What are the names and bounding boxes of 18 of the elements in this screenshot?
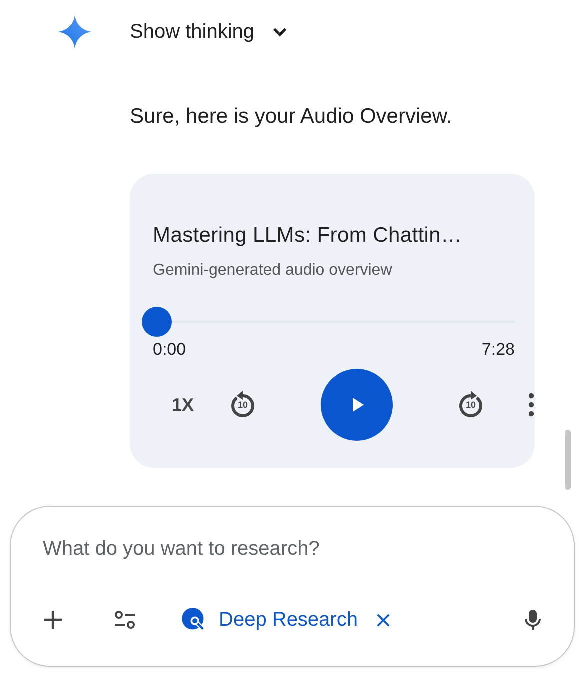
duration-time: 7:28 [482,340,515,360]
progress-thumb[interactable] [142,307,172,337]
sparkle-icon [58,15,92,49]
show-thinking-button[interactable]: Show thinking [130,20,289,44]
more-icon[interactable] [528,393,535,417]
forward-button[interactable]: 10 [455,389,487,421]
plus-icon[interactable] [41,608,65,632]
rewind-button[interactable]: 10 [227,389,259,421]
elapsed-time: 0:00 [153,340,186,360]
globe-search-icon [181,607,207,633]
prompt-field[interactable]: What do you want to research? [41,537,525,562]
close-icon[interactable] [376,612,391,628]
sliders-icon[interactable] [113,608,137,632]
response-text: Sure, here is your Audio Overview. [130,104,454,130]
deep-research-chip[interactable]: Deep Research [181,607,358,633]
audio-title: Mastering LLMs: From Chattin… [153,224,464,248]
speed-button[interactable]: 1X [170,394,196,416]
audio-subtitle: Gemini-generated audio overview [153,262,394,280]
